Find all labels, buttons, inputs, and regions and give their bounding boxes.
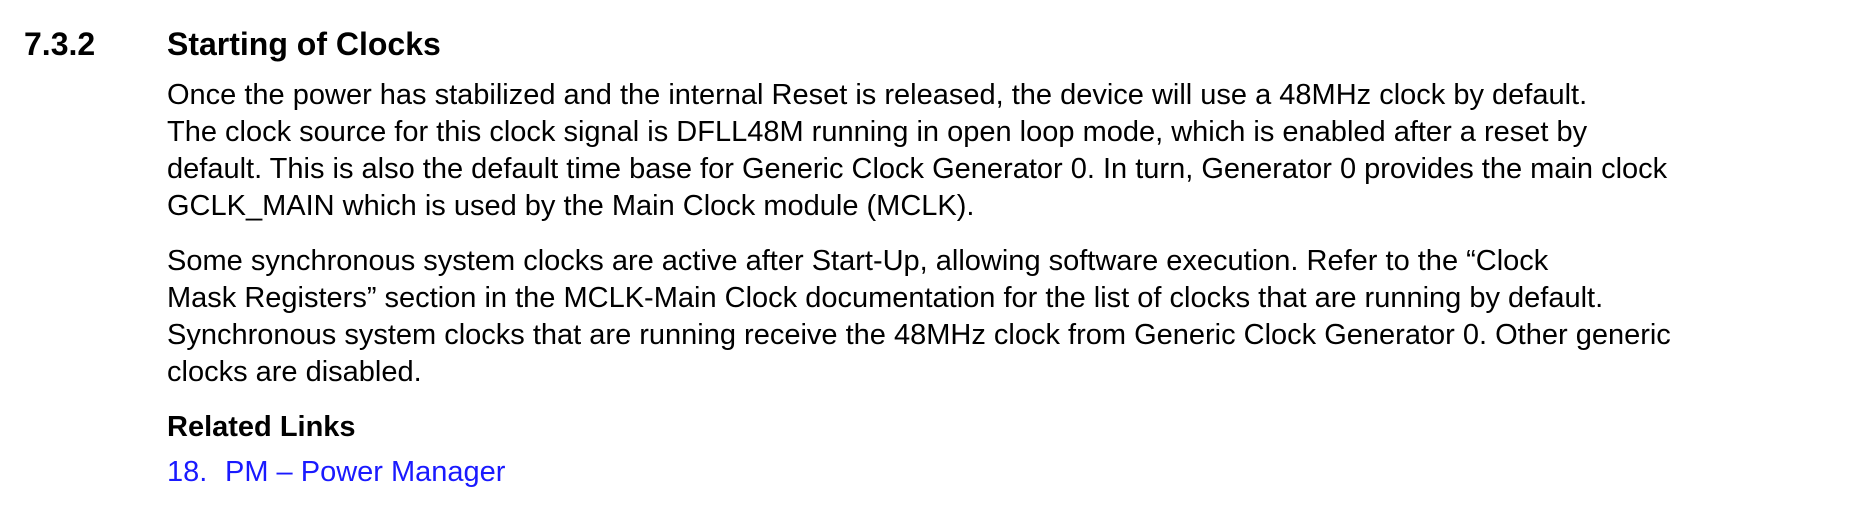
- related-link-label: PM – Power Manager: [225, 456, 506, 488]
- paragraph-line: Some synchronous system clocks are activ…: [167, 245, 1549, 277]
- paragraph-2: Some synchronous system clocks are activ…: [167, 243, 1867, 391]
- paragraph-line: Synchronous system clocks that are runni…: [167, 319, 1671, 351]
- paragraph-line: Once the power has stabilized and the in…: [167, 79, 1588, 111]
- section-title: Starting of Clocks: [167, 26, 441, 62]
- related-link-pm-power-manager[interactable]: 18. PM – Power Manager: [167, 454, 505, 491]
- paragraph-line: Mask Registers” section in the MCLK-Main…: [167, 282, 1604, 314]
- section-number: 7.3.2: [24, 26, 96, 62]
- paragraph-line: The clock source for this clock signal i…: [167, 116, 1588, 148]
- related-links-heading: Related Links: [167, 411, 356, 443]
- related-link-number: 18.: [167, 456, 208, 488]
- paragraph-line: default. This is also the default time b…: [167, 153, 1668, 185]
- document-section: 7.3.2 Starting of Clocks Once the power …: [0, 0, 1870, 512]
- section-heading: 7.3.2 Starting of Clocks: [24, 26, 441, 66]
- paragraph-line: clocks are disabled.: [167, 356, 422, 388]
- paragraph-line: GCLK_MAIN which is used by the Main Cloc…: [167, 190, 975, 222]
- paragraph-1: Once the power has stabilized and the in…: [167, 77, 1867, 225]
- section-body: Once the power has stabilized and the in…: [167, 77, 1867, 491]
